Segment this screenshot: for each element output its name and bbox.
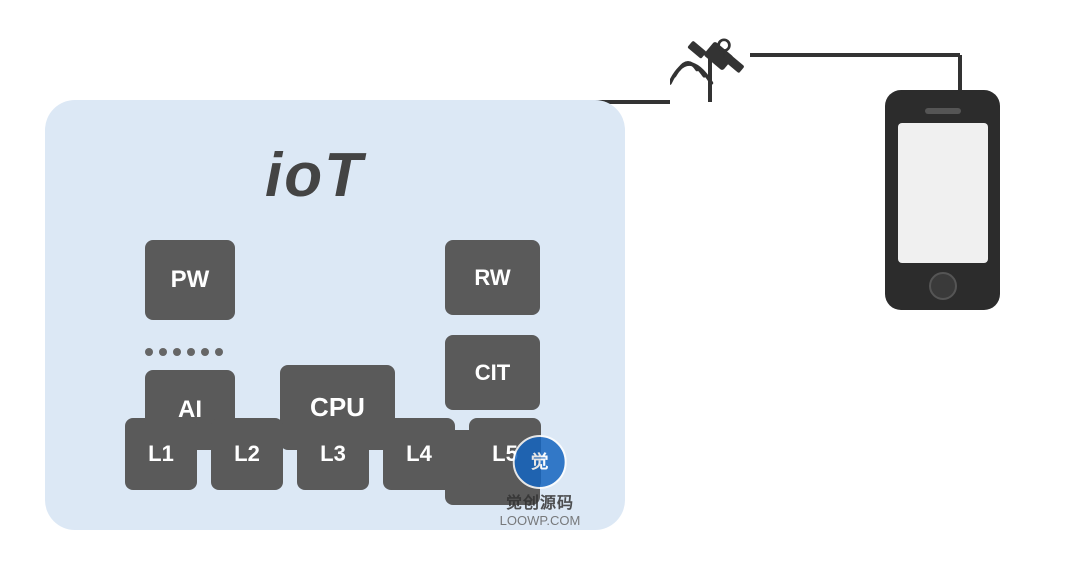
dots-row	[145, 348, 223, 356]
chip-rw: RW	[445, 240, 540, 315]
scene: ioT PW AI CPU RW CIT O/C L1 L2 L3 L4 L5	[0, 0, 1080, 578]
dot-6	[215, 348, 223, 356]
dot-4	[187, 348, 195, 356]
chip-l2: L2	[211, 418, 283, 490]
dot-2	[159, 348, 167, 356]
dot-1	[145, 348, 153, 356]
chip-pw: PW	[145, 240, 235, 320]
chip-l1: L1	[125, 418, 197, 490]
dot-3	[173, 348, 181, 356]
watermark: 觉 觉创源码 LOOWP.COM	[500, 435, 581, 528]
phone-speaker	[925, 108, 961, 114]
svg-text:觉: 觉	[531, 451, 549, 472]
chip-l4: L4	[383, 418, 455, 490]
satellite-icon	[670, 20, 750, 100]
dot-5	[201, 348, 209, 356]
iot-title: ioT	[265, 140, 364, 211]
phone-screen	[898, 123, 988, 263]
bottom-chips: L1 L2 L3 L4 L5	[125, 418, 541, 490]
watermark-line1: 觉创源码	[506, 489, 574, 513]
chip-cit: CIT	[445, 335, 540, 410]
phone-home-button	[929, 272, 957, 300]
watermark-line2: LOOWP.COM	[500, 513, 581, 528]
phone	[885, 90, 1000, 310]
chip-l3: L3	[297, 418, 369, 490]
